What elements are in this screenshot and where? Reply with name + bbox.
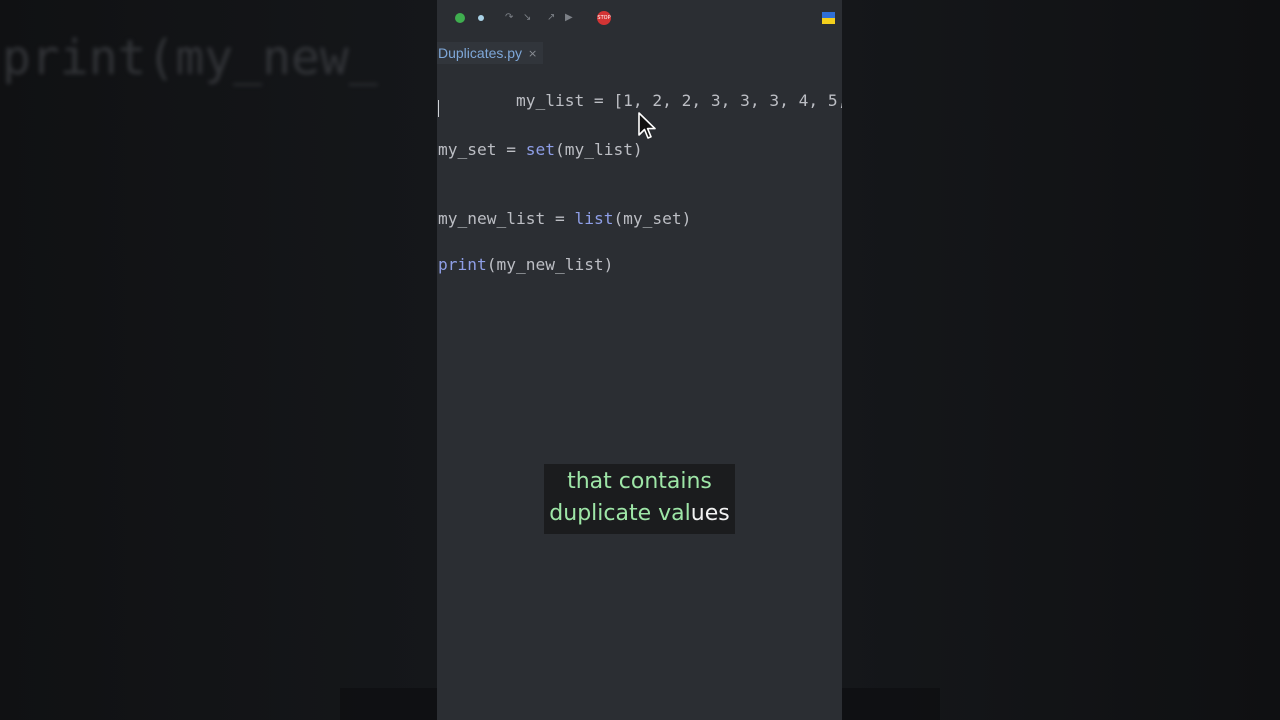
blurred-code-text: print(my_new_	[2, 30, 378, 86]
code-line-3: my_set = set(my_list)	[438, 140, 643, 159]
video-frame: print(my_new_ ↷ ↘ ↗ ▶ STOP Duplicates.py…	[0, 0, 1280, 720]
code-line-6: print(my_new_list)	[438, 255, 613, 274]
tab-duplicates-py[interactable]: Duplicates.py ×	[437, 42, 544, 64]
step-out-icon[interactable]: ↗	[547, 12, 555, 24]
subtitle-caption: that contains duplicate values	[544, 464, 735, 534]
code-line-5: my_new_list = list(my_set)	[438, 209, 691, 228]
code-text: my_set =	[438, 140, 526, 159]
stop-icon[interactable]: STOP	[597, 11, 611, 25]
code-text: (my_set)	[613, 209, 692, 228]
blurred-background-left: print(my_new_	[0, 0, 437, 720]
close-icon[interactable]: ×	[528, 47, 537, 60]
flag-icon	[822, 12, 835, 24]
run-icon[interactable]	[455, 13, 465, 23]
builtin-function: print	[438, 255, 487, 274]
code-text: my_list = [1, 2, 2, 3, 3, 3, 4, 5, 5]	[515, 91, 842, 110]
debug-icon[interactable]	[478, 15, 484, 21]
code-editor-window: ↷ ↘ ↗ ▶ STOP Duplicates.py × my_list = […	[437, 0, 842, 720]
code-text: (my_list)	[554, 140, 643, 159]
code-text: (my_new_list)	[486, 255, 614, 274]
mouse-cursor-icon	[638, 112, 656, 139]
resume-icon[interactable]: ▶	[565, 12, 573, 24]
builtin-function: list	[574, 209, 614, 228]
caption-highlight: duplicate val	[549, 501, 691, 526]
tab-label: Duplicates.py	[438, 45, 523, 61]
step-into-icon[interactable]: ↘	[523, 12, 531, 24]
caption-rest: ues	[690, 501, 730, 526]
text-caret	[438, 100, 439, 117]
debug-toolbar: ↷ ↘ ↗ ▶ STOP	[437, 0, 842, 36]
blurred-background-right	[842, 0, 1280, 720]
code-area[interactable]: my_list = [1, 2, 2, 3, 3, 3, 4, 5, 5] my…	[437, 68, 842, 720]
step-over-icon[interactable]: ↷	[505, 12, 513, 24]
tab-bar: Duplicates.py ×	[437, 36, 842, 68]
caption-line-1: that contains	[567, 469, 712, 494]
code-text: my_new_list =	[438, 209, 575, 228]
caption-line-2: duplicate values	[544, 498, 735, 530]
builtin-function: set	[525, 140, 555, 159]
